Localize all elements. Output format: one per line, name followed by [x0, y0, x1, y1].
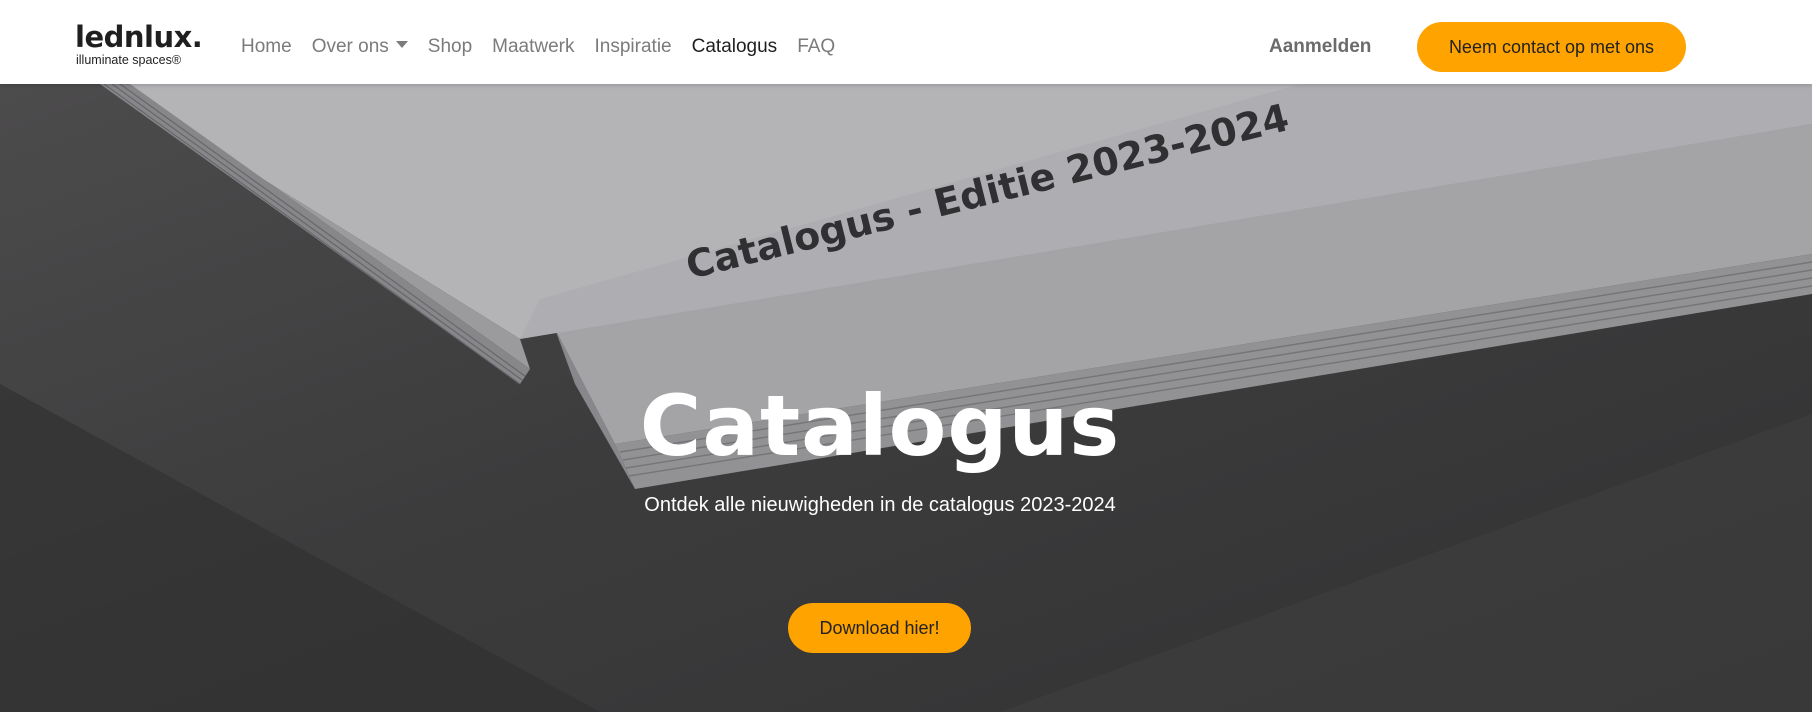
hero-section: Catalogus - Editie 2023-2024 Catalogus O…	[0, 84, 1812, 712]
nav-shop[interactable]: Shop	[428, 34, 472, 60]
caret-down-icon	[395, 41, 408, 49]
nav-over-ons[interactable]: Over ons	[312, 34, 408, 60]
nav-faq[interactable]: FAQ	[797, 34, 835, 60]
site-header: lednlux. illuminate spaces® Home Over on…	[0, 0, 1812, 84]
main-nav: Home Over ons Shop Maatwerk Inspiratie C…	[241, 34, 855, 60]
signin-link[interactable]: Aanmelden	[1269, 34, 1371, 60]
nav-home[interactable]: Home	[241, 34, 292, 60]
lednlux-logo[interactable]: lednlux. illuminate spaces®	[75, 22, 203, 68]
page-title: Catalogus	[639, 377, 1121, 475]
logo-tagline: illuminate spaces®	[76, 53, 182, 67]
nav-catalogus[interactable]: Catalogus	[692, 34, 778, 60]
download-button[interactable]: Download hier!	[788, 603, 971, 653]
nav-inspiratie[interactable]: Inspiratie	[595, 34, 672, 60]
contact-button[interactable]: Neem contact op met ons	[1417, 22, 1686, 72]
hero-subtitle: Ontdek alle nieuwigheden in de catalogus…	[644, 494, 1116, 516]
nav-maatwerk[interactable]: Maatwerk	[492, 34, 574, 60]
logo-wordmark: lednlux.	[75, 20, 203, 54]
nav-over-ons-label: Over ons	[311, 36, 389, 57]
